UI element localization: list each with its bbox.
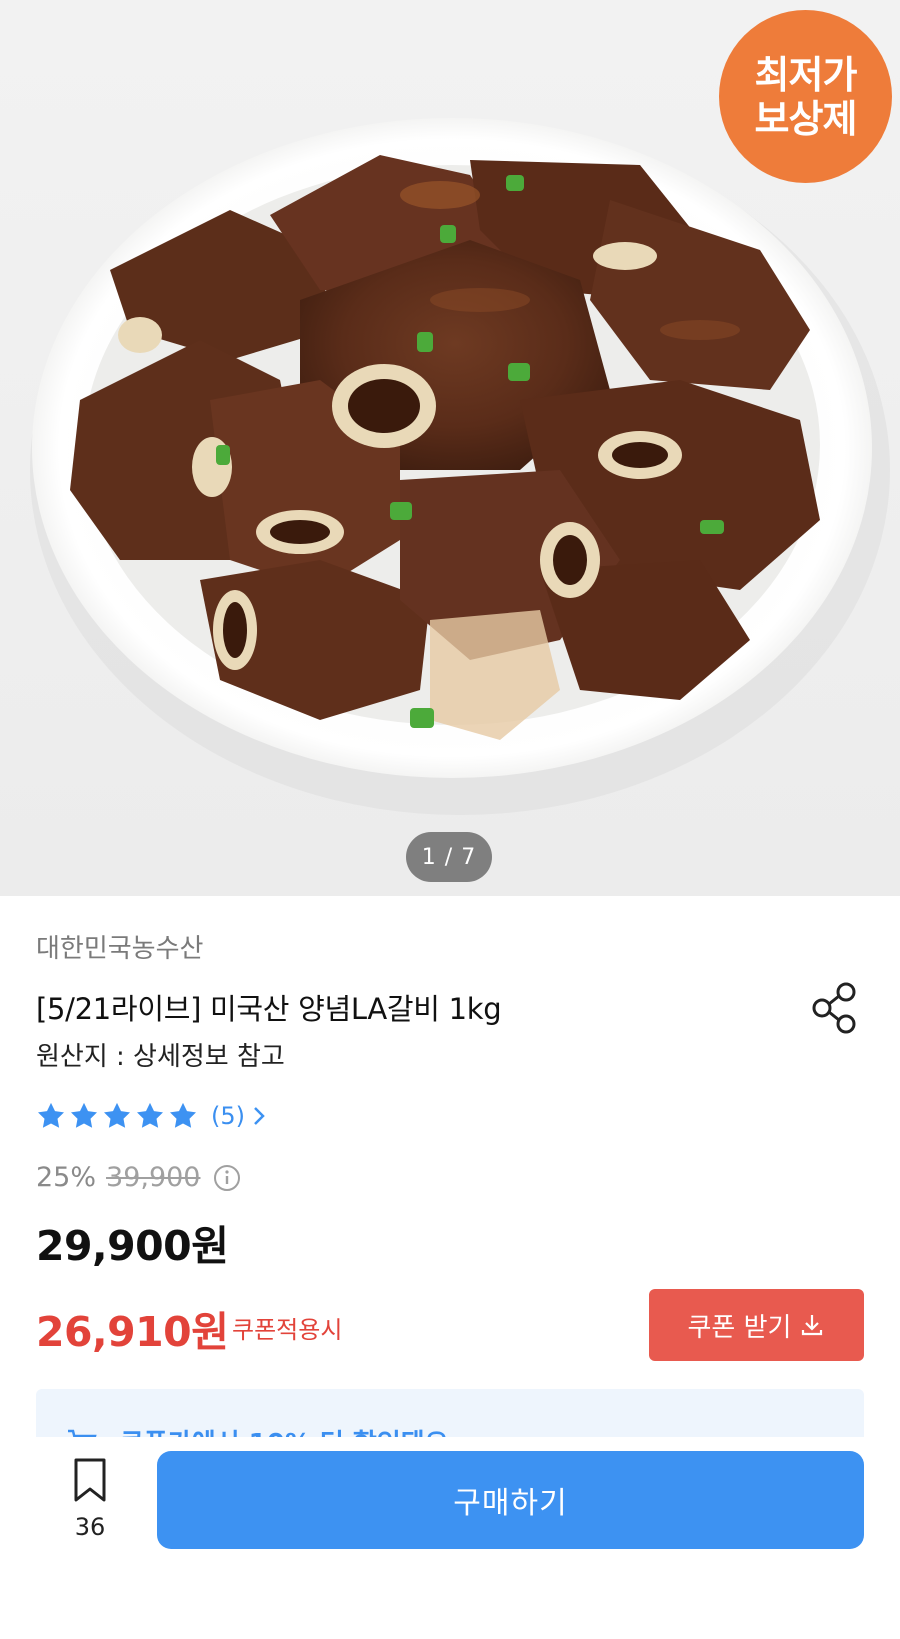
star-icon [38, 1102, 64, 1128]
bookmark-count: 36 [74, 1513, 106, 1541]
buy-button[interactable]: 구매하기 [157, 1451, 864, 1549]
chevron-right-icon [254, 1107, 265, 1125]
star-icon [104, 1102, 130, 1128]
share-icon[interactable] [808, 980, 862, 1034]
product-image-carousel[interactable]: 최저가 보상제 1 / 7 [0, 0, 900, 896]
bookmark-icon [74, 1458, 106, 1502]
badge-line1: 최저가 [754, 52, 858, 97]
star-icon [71, 1102, 97, 1128]
download-icon [802, 1315, 823, 1336]
star-icon [137, 1102, 163, 1128]
image-counter: 1 / 7 [406, 832, 492, 882]
bookmark-button[interactable]: 36 [52, 1457, 128, 1557]
coupon-button-label: 쿠폰 받기 [687, 1312, 792, 1343]
bottom-action-bar: 36 구매하기 [0, 1437, 900, 1639]
coupon-price: 26,910원 [36, 1308, 229, 1356]
info-icon[interactable] [213, 1164, 241, 1192]
discount-rate: 25% [36, 1162, 97, 1193]
lowest-price-badge: 최저가 보상제 [719, 10, 892, 183]
star-icon [170, 1102, 196, 1128]
coupon-note: 쿠폰적용시 [232, 1316, 343, 1344]
rating-summary[interactable]: (5) [36, 1100, 267, 1132]
review-count: (5) [211, 1102, 245, 1130]
brand-name[interactable]: 대한민국농수산 [36, 928, 203, 965]
product-title: [5/21라이브] 미국산 양념LA갈비 1kg [36, 992, 502, 1026]
discount-line: 25% 39,900 [36, 1162, 241, 1193]
origin-info: 원산지 : 상세정보 참고 [36, 1042, 285, 1072]
original-price: 39,900 [106, 1162, 201, 1193]
badge-line2: 보상제 [754, 96, 858, 141]
get-coupon-button[interactable]: 쿠폰 받기 [649, 1289, 864, 1361]
sale-price: 29,900원 [36, 1222, 229, 1270]
